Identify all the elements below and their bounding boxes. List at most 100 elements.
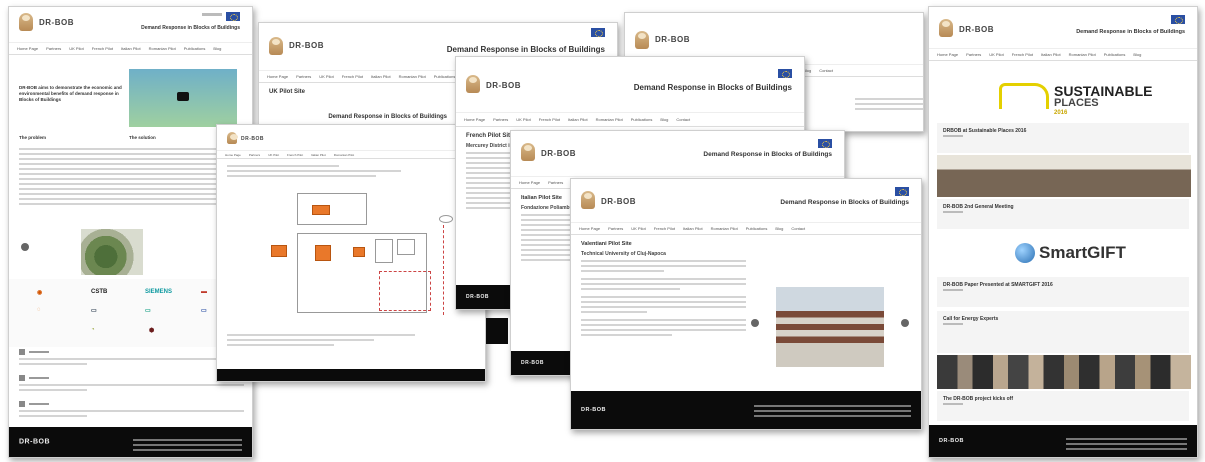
nav-partners[interactable]: Partners <box>966 52 981 57</box>
nav-romanian[interactable]: Romanian Pilot <box>149 46 176 51</box>
nav-publications[interactable]: Publications <box>631 117 653 122</box>
site-footer <box>217 369 485 381</box>
nav-publications[interactable]: Publications <box>184 46 206 51</box>
nav-contact[interactable]: Contact <box>791 226 805 231</box>
problem-title: The problem <box>19 135 47 140</box>
nav-home[interactable]: Home Page <box>519 180 540 185</box>
site-header: DR-BOB Demand Response in Blocks of Buil… <box>571 179 921 223</box>
nav-french[interactable]: French Pilot <box>92 46 113 51</box>
nav-italian[interactable]: Italian Pilot <box>1041 52 1061 57</box>
nav-italian[interactable]: Italian Pilot <box>371 74 391 79</box>
nav-blog[interactable]: Blog <box>1133 52 1141 57</box>
nav-italian[interactable]: Italian Pilot <box>121 46 141 51</box>
nav-uk[interactable]: UK Pilot <box>989 52 1003 57</box>
news-card[interactable]: The DR-BOB project kicks off <box>937 391 1189 421</box>
footer-brand: DR-BOB <box>521 360 544 366</box>
blog-posts <box>19 349 244 420</box>
nav-partners[interactable]: Partners <box>296 74 311 79</box>
partner-logo-4[interactable]: ▬ <box>201 289 207 295</box>
nav-contact[interactable]: Contact <box>819 68 833 73</box>
nav-italian[interactable]: Italian Pilot <box>568 117 588 122</box>
page-title: Valentiani Pilot Site <box>581 241 632 247</box>
partner-logo-9[interactable]: ◔ <box>91 327 95 333</box>
nav-publications[interactable]: Publications <box>1104 52 1126 57</box>
nav-home[interactable]: Home Page <box>267 74 288 79</box>
nav-french[interactable]: French Pilot <box>342 74 363 79</box>
drbob-logo-icon[interactable] <box>227 132 238 144</box>
footer-brand: DR-BOB <box>466 294 489 300</box>
site-tagline: Demand Response in Blocks of Buildings <box>780 199 909 206</box>
drbob-logo-icon[interactable] <box>521 143 535 161</box>
nav-publications[interactable]: Publications <box>434 74 456 79</box>
news-card[interactable]: DRBOB at Sustainable Places 2016 <box>937 123 1189 153</box>
nav-home[interactable]: Home Page <box>225 153 241 157</box>
globe-icon <box>1015 243 1035 263</box>
university-building-photo <box>776 287 884 367</box>
news-card[interactable]: Call for Energy Experts <box>937 311 1189 353</box>
nav-blog[interactable]: Blog <box>775 226 783 231</box>
nav-home[interactable]: Home Page <box>464 117 485 122</box>
drbob-logo-icon[interactable] <box>939 19 953 37</box>
carousel-prev-icon[interactable] <box>751 319 759 327</box>
news-title: Call for Energy Experts <box>943 316 999 322</box>
site-footer: DR-BOB <box>929 425 1197 457</box>
drbob-logo-icon[interactable] <box>635 31 649 49</box>
nav-romanian[interactable]: Romanian Pilot <box>334 153 354 157</box>
nav-romanian[interactable]: Romanian Pilot <box>399 74 426 79</box>
nav-uk[interactable]: UK Pilot <box>268 153 279 157</box>
nav-italian[interactable]: Italian Pilot <box>683 226 703 231</box>
footer-brand: DR-BOB <box>939 438 964 444</box>
drbob-logo-icon[interactable] <box>269 37 283 55</box>
play-icon[interactable] <box>177 92 189 101</box>
eu-flag-icon <box>778 69 792 78</box>
nav-home[interactable]: Home Page <box>579 226 600 231</box>
drbob-logo-icon[interactable] <box>466 75 480 93</box>
avatar <box>19 375 25 381</box>
partner-logo-5[interactable]: ◌ <box>37 307 41 313</box>
partner-logo-7[interactable]: ▭ <box>145 307 151 314</box>
partner-logo-6[interactable]: ▭ <box>91 307 97 314</box>
nav-home[interactable]: Home Page <box>937 52 958 57</box>
nav-home[interactable]: Home Page <box>17 46 38 51</box>
nav-french[interactable]: French Pilot <box>1012 52 1033 57</box>
nav-partners[interactable]: Partners <box>46 46 61 51</box>
nav-blog[interactable]: Blog <box>660 117 668 122</box>
drbob-logo-icon[interactable] <box>19 13 33 31</box>
news-card[interactable]: DR-BOB Paper Presented at SMARTGIFT 2016 <box>937 277 1189 307</box>
partner-logo-1[interactable]: ◉ <box>37 289 42 296</box>
partner-logo-8[interactable]: ▭ <box>201 307 207 314</box>
nav-partners[interactable]: Partners <box>608 226 623 231</box>
nav-french[interactable]: French Pilot <box>654 226 675 231</box>
nav-publications[interactable]: Publications <box>746 226 768 231</box>
nav-uk[interactable]: UK Pilot <box>69 46 83 51</box>
smartgift-banner[interactable]: SmartGIFT <box>929 237 1197 273</box>
nav-partners[interactable]: Partners <box>548 180 563 185</box>
site-footer: DR-BOB <box>571 391 921 429</box>
nav-uk[interactable]: UK Pilot <box>516 117 530 122</box>
nav-french[interactable]: French Pilot <box>287 153 303 157</box>
site-header: DR-BOB Demand Response in Blocks of Buil… <box>9 7 252 43</box>
screenshot-news: DR-BOB Demand Response in Blocks of Buil… <box>928 6 1198 458</box>
nav-partners[interactable]: Partners <box>493 117 508 122</box>
nav-french[interactable]: French Pilot <box>539 117 560 122</box>
news-card[interactable]: DR-BOB 2nd General Meeting <box>937 199 1189 229</box>
nav-uk[interactable]: UK Pilot <box>319 74 333 79</box>
nav-romanian[interactable]: Romanian Pilot <box>596 117 623 122</box>
sustainable-places-banner[interactable]: SUSTAINABLE PLACES 2016 <box>929 73 1197 119</box>
partner-cstb[interactable]: CSTB <box>91 289 107 295</box>
partner-logo-10[interactable]: ⬢ <box>149 327 154 334</box>
drbob-logo-icon[interactable] <box>581 191 595 209</box>
nav-partners[interactable]: Partners <box>249 153 260 157</box>
nav-italian[interactable]: Italian Pilot <box>311 153 326 157</box>
intro-video[interactable] <box>129 69 237 127</box>
site-tagline: Demand Response in Blocks of Buildings <box>328 114 447 120</box>
carousel-prev-icon[interactable] <box>21 243 29 251</box>
nav-romanian[interactable]: Romanian Pilot <box>711 226 738 231</box>
nav-blog[interactable]: Blog <box>213 46 221 51</box>
nav-contact[interactable]: Contact <box>676 117 690 122</box>
news-title: DR-BOB 2nd General Meeting <box>943 204 1014 210</box>
nav-romanian[interactable]: Romanian Pilot <box>1069 52 1096 57</box>
partner-siemens[interactable]: SIEMENS <box>145 289 172 295</box>
carousel-next-icon[interactable] <box>901 319 909 327</box>
nav-uk[interactable]: UK Pilot <box>631 226 645 231</box>
